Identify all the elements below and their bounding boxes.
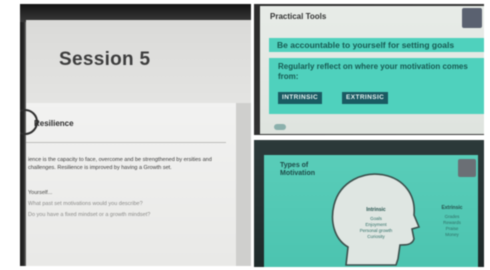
extrinsic-heading: Extrinsic [441, 205, 463, 211]
intrinsic-column: Intrinsic Goals Enjoyment Personal growt… [346, 207, 406, 240]
title-line-1: Types of [280, 162, 309, 169]
yourself-line: Yourself... [28, 190, 53, 196]
slide-screen: Practical Tools Be accountable to yourse… [260, 6, 484, 134]
extrinsic-column: Extrinsic Grades Rewards Praise Money [430, 205, 474, 238]
intrinsic-pill: INTRINSIC [278, 92, 323, 104]
slide-screen: Types of Motivation Intrinsic Goals Enjo… [264, 155, 478, 267]
title-line-2: Motivation [280, 170, 315, 177]
extrinsic-item: Money [445, 232, 459, 237]
types-of-motivation-photo: Types of Motivation Intrinsic Goals Enjo… [254, 140, 484, 267]
extrinsic-pill: EXTRINSIC [342, 92, 389, 104]
section-label: Resilience [34, 119, 74, 128]
slide-title: Practical Tools [270, 12, 327, 21]
reflect-box: Regularly reflect on where your motivati… [269, 58, 484, 114]
slide-side-strip [236, 103, 251, 266]
intrinsic-heading: Intrinsic [366, 207, 386, 213]
session-title: Session 5 [59, 49, 151, 70]
resilience-paragraph: ience is the capacity to face, overcome … [28, 157, 212, 171]
practical-tools-photo: Practical Tools Be accountable to yourse… [254, 4, 484, 135]
presenter-avatar [462, 8, 482, 28]
presenter-avatar [458, 159, 476, 177]
slide-title: Types of Motivation [280, 162, 315, 178]
divider [26, 142, 226, 143]
question-2: Do you have a fixed mindset or a growth … [28, 212, 151, 218]
accountable-text: Be accountable to yourself for setting g… [277, 40, 455, 50]
intrinsic-item: Curiosity [367, 234, 385, 239]
slide-footer-logo [274, 124, 286, 130]
session-5-photo: Session 5 Resilience ience is the capaci… [20, 4, 251, 266]
accountable-banner: Be accountable to yourself for setting g… [269, 38, 484, 52]
question-1: What past set motivations would you desc… [28, 201, 143, 207]
photo-collage: Session 5 Resilience ience is the capaci… [0, 0, 490, 270]
reflect-text: Regularly reflect on where your motivati… [278, 62, 468, 81]
